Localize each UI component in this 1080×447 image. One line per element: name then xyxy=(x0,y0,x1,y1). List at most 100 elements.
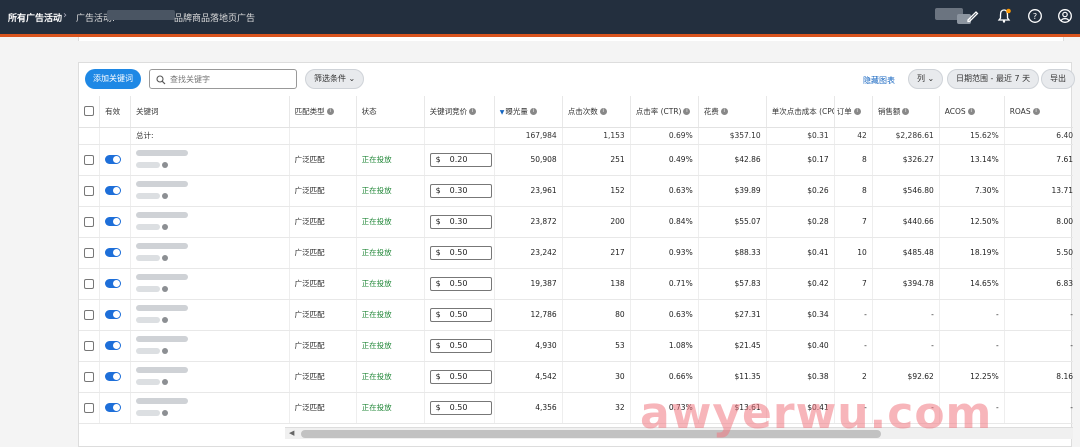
status-cell: 正在投放 xyxy=(356,392,425,424)
search-input[interactable] xyxy=(170,73,290,86)
search-box[interactable] xyxy=(149,69,297,89)
roas-cell: 8.16 xyxy=(1004,361,1073,393)
filter-button[interactable]: 筛选条件 ⌄ xyxy=(305,69,365,89)
header-spend[interactable]: 花费 i xyxy=(698,96,767,128)
columns-button[interactable]: 列 ⌄ xyxy=(908,69,944,89)
info-icon[interactable]: i xyxy=(469,108,477,116)
total-cpc: $0.31 xyxy=(766,127,835,145)
bid-cell: $0.50 xyxy=(424,237,495,269)
active-toggle[interactable] xyxy=(105,341,122,351)
scroll-left-icon[interactable]: ◀ xyxy=(289,429,294,437)
header-clicks[interactable]: 点击次数 i xyxy=(562,96,631,128)
bid-input[interactable]: $0.50 xyxy=(429,245,492,260)
info-icon[interactable]: i xyxy=(720,108,728,116)
info-icon[interactable] xyxy=(162,193,168,199)
info-icon[interactable] xyxy=(162,348,168,354)
acos-cell: 12.50% xyxy=(939,206,1005,238)
info-icon[interactable] xyxy=(162,379,168,385)
sales-cell: $546.80 xyxy=(872,175,940,207)
bell-icon[interactable] xyxy=(996,8,1012,24)
cpc-cell: $0.41 xyxy=(766,237,835,269)
user-icon[interactable] xyxy=(1057,8,1073,24)
active-toggle[interactable] xyxy=(105,186,122,196)
sales-cell: - xyxy=(872,330,940,362)
info-icon[interactable]: i xyxy=(683,108,691,116)
match-type-cell: 广泛匹配 xyxy=(289,206,357,238)
info-icon[interactable]: i xyxy=(1032,108,1040,116)
info-icon[interactable]: i xyxy=(967,108,975,116)
ctr-cell: 0.63% xyxy=(630,175,699,207)
keyword-cell xyxy=(130,361,290,393)
export-button[interactable]: 导出 xyxy=(1041,69,1075,89)
row-checkbox[interactable] xyxy=(84,216,94,227)
row-checkbox[interactable] xyxy=(84,309,94,320)
help-icon[interactable]: ? xyxy=(1027,8,1043,24)
info-icon[interactable]: i xyxy=(599,108,607,116)
active-toggle[interactable] xyxy=(105,217,122,227)
info-icon[interactable]: i xyxy=(326,108,334,116)
select-all-checkbox[interactable] xyxy=(84,106,94,117)
header-bid[interactable]: 关键词竞价 i xyxy=(424,96,495,128)
header-acos[interactable]: ACOS i xyxy=(939,96,1005,128)
info-icon[interactable]: i xyxy=(902,108,910,116)
info-icon[interactable] xyxy=(162,224,168,230)
orders-cell: 7 xyxy=(834,268,873,300)
header-impressions[interactable]: ▼曝光量 i xyxy=(494,96,563,128)
info-icon[interactable] xyxy=(162,410,168,416)
active-toggle[interactable] xyxy=(105,279,122,289)
info-icon[interactable] xyxy=(162,286,168,292)
info-icon[interactable]: i xyxy=(853,108,861,116)
header-ctr[interactable]: 点击率 (CTR) i xyxy=(630,96,699,128)
bid-input[interactable]: $0.50 xyxy=(429,369,492,384)
row-checkbox[interactable] xyxy=(84,185,94,196)
active-toggle[interactable] xyxy=(105,155,122,165)
info-icon[interactable] xyxy=(162,162,168,168)
hide-chart-link[interactable]: 隐藏图表 xyxy=(863,75,895,86)
clicks-cell: 32 xyxy=(562,392,631,424)
breadcrumb-separator: › xyxy=(63,10,67,21)
spend-cell: $57.83 xyxy=(698,268,767,300)
active-toggle[interactable] xyxy=(105,310,122,320)
bid-input[interactable]: $0.50 xyxy=(429,307,492,322)
info-icon[interactable] xyxy=(162,317,168,323)
add-keyword-button[interactable]: 添加关键词 xyxy=(85,69,141,89)
bid-input[interactable]: $0.20 xyxy=(429,152,492,167)
row-checkbox[interactable] xyxy=(84,154,94,165)
ctr-cell: 0.63% xyxy=(630,299,699,331)
bid-input[interactable]: $0.50 xyxy=(429,338,492,353)
header-sales[interactable]: 销售额 i xyxy=(872,96,940,128)
match-type-cell: 广泛匹配 xyxy=(289,237,357,269)
keyword-row: 广泛匹配 正在投放 $0.30 23,961 152 0.63% $39.89 $0.26 8 $… xyxy=(79,175,1073,207)
bid-input[interactable]: $0.30 xyxy=(429,214,492,229)
keyword-row: 广泛匹配 正在投放 $0.30 23,872 200 0.84% $55.07 $0.28 7 $… xyxy=(79,206,1073,238)
keyword-text-redacted xyxy=(136,150,188,156)
bid-cell: $0.50 xyxy=(424,330,495,362)
row-checkbox[interactable] xyxy=(84,340,94,351)
row-checkbox[interactable] xyxy=(84,278,94,289)
header-keyword[interactable]: 关键词 xyxy=(130,96,290,128)
bid-cell: $0.50 xyxy=(424,299,495,331)
row-checkbox[interactable] xyxy=(84,371,94,382)
bid-currency: $ xyxy=(435,216,441,226)
header-orders[interactable]: 订单 i xyxy=(834,96,873,128)
active-toggle[interactable] xyxy=(105,372,122,382)
row-checkbox[interactable] xyxy=(84,402,94,413)
total-spend: $357.10 xyxy=(698,127,767,145)
breadcrumb-all-campaigns[interactable]: 所有广告活动 xyxy=(8,11,62,24)
header-cpc[interactable]: 单次点击成本 (CPC) xyxy=(766,96,835,128)
bid-input[interactable]: $0.50 xyxy=(429,276,492,291)
info-icon[interactable] xyxy=(162,255,168,261)
bid-input[interactable]: $0.50 xyxy=(429,400,492,415)
active-toggle[interactable] xyxy=(105,403,122,413)
bid-input[interactable]: $0.30 xyxy=(429,183,492,198)
edit-icon[interactable] xyxy=(965,8,981,24)
keyword-text-redacted xyxy=(136,336,188,342)
header-status[interactable]: 状态 xyxy=(356,96,425,128)
header-match-type[interactable]: 匹配类型 i xyxy=(289,96,357,128)
info-icon[interactable]: i xyxy=(529,108,537,116)
row-checkbox[interactable] xyxy=(84,247,94,258)
orders-cell: - xyxy=(834,330,873,362)
header-roas[interactable]: ROAS i xyxy=(1004,96,1073,128)
date-range-button[interactable]: 日期范围 - 最近 7 天 xyxy=(947,69,1040,89)
active-toggle[interactable] xyxy=(105,248,122,258)
